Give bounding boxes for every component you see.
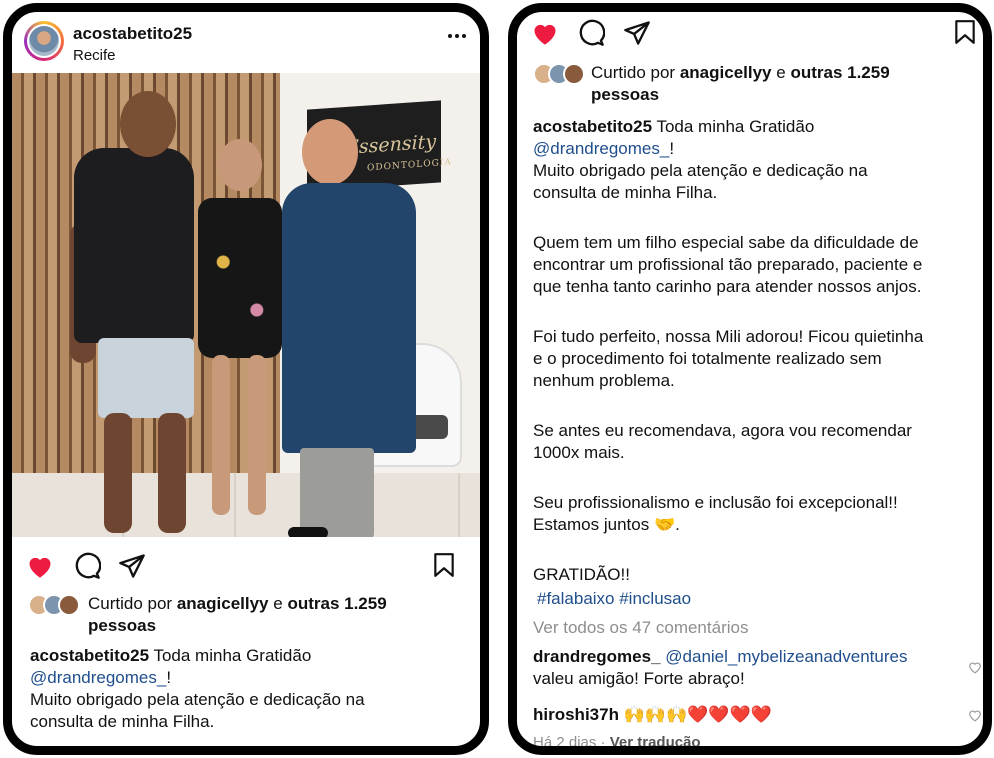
caption-line3: Muito obrigado pela atenção e dedicação …	[30, 690, 365, 709]
comment-icon[interactable]	[577, 19, 605, 47]
comment-1-mention[interactable]: @daniel_mybelizeanadventures	[665, 647, 907, 666]
profile-avatar[interactable]	[24, 21, 64, 61]
comment-1-text: valeu amigão! Forte abraço!	[533, 669, 745, 688]
liked-by-prefix: Curtido por	[591, 63, 676, 82]
caption-p5-l1: Seu profissionalismo e inclusão foi exce…	[533, 493, 898, 512]
caption-line1: acostabetito25 Toda minha Gratidão	[30, 645, 311, 667]
comment-icon[interactable]	[73, 552, 101, 580]
footer-separator: ·	[600, 734, 606, 751]
caption-line2: @drandregomes_!	[30, 667, 171, 689]
post-username[interactable]: acostabetito25	[73, 23, 192, 45]
caption-p4-l2: 1000x mais.	[533, 443, 625, 462]
bookmark-icon[interactable]	[954, 19, 976, 45]
caption-p3-l2: e o procedimento foi totalmente realizad…	[533, 349, 882, 368]
see-translation-link[interactable]: Ver tradução	[610, 734, 701, 746]
caption-p5-text: Estamos juntos	[533, 515, 650, 534]
clinic-sign-subtitle: ODONTOLOGIA	[367, 157, 452, 174]
caption-line1: acostabetito25 Toda minha Gratidão	[533, 116, 814, 138]
liked-by-user[interactable]: anagicellyy	[177, 594, 269, 613]
right-post-screen: Curtido por anagicellyy e outras 1.259 p…	[508, 3, 992, 755]
liked-by-conj: e	[776, 63, 786, 82]
liked-by-others[interactable]: outras 1.259	[790, 63, 889, 82]
caption-username[interactable]: acostabetito25	[30, 646, 149, 665]
small-heart-icon[interactable]	[968, 709, 982, 722]
heart-icon[interactable]	[531, 20, 559, 46]
left-post-screen: acostabetito25 Recife Essensity ODONTOLO…	[3, 3, 489, 755]
liked-by-others-people[interactable]: pessoas	[591, 84, 659, 106]
liked-by-prefix: Curtido por	[88, 594, 173, 613]
caption-p6: GRATIDÃO!!	[533, 565, 630, 584]
view-all-comments-link[interactable]: Ver todos os 47 comentários	[533, 617, 748, 639]
comment-time: Há 2 dias	[533, 734, 597, 751]
share-icon[interactable]	[118, 553, 146, 579]
caption-p1-l2: consulta de minha Filha.	[533, 183, 718, 202]
liked-by-others-people[interactable]: pessoas	[88, 615, 156, 637]
caption-p2-l3: que tenha tanto carinho para atender nos…	[533, 277, 922, 296]
comment-2-username[interactable]: hiroshi37h	[533, 705, 619, 724]
caption-username[interactable]: acostabetito25	[533, 117, 652, 136]
bookmark-icon[interactable]	[433, 552, 455, 578]
caption-mention[interactable]: @drandregomes_	[30, 668, 166, 687]
post-location[interactable]: Recife	[73, 45, 116, 67]
more-icon[interactable]	[448, 34, 466, 38]
caption-mention[interactable]: @drandregomes_	[533, 139, 669, 158]
liked-by-user[interactable]: anagicellyy	[680, 63, 772, 82]
caption-hashtags[interactable]: #falabaixo #inclusao	[537, 588, 691, 610]
liked-by-others[interactable]: outras 1.259	[287, 594, 386, 613]
liked-by-line1[interactable]: Curtido por anagicellyy e outras 1.259	[88, 593, 387, 615]
comment-2-footer: Há 2 dias · Ver tradução	[533, 732, 701, 751]
heart-icon[interactable]	[26, 553, 54, 579]
liked-by-avatars[interactable]	[533, 63, 587, 85]
caption-mention-suffix: !	[166, 668, 172, 687]
comment-2: hiroshi37h 🙌🙌🙌❤️❤️❤️❤️	[533, 704, 772, 726]
handshake-emoji: 🤝	[653, 515, 676, 534]
caption-line4: consulta de minha Filha.	[30, 712, 215, 731]
caption-p1-l1: Muito obrigado pela atenção e dedicação …	[533, 161, 868, 180]
liked-by-avatars[interactable]	[28, 594, 82, 616]
clinic-sign-title: Essensity	[345, 130, 437, 160]
caption-text-1: Toda minha Gratidão	[656, 117, 815, 136]
caption-p2-l2: encontrar um profissional tão preparado,…	[533, 255, 923, 274]
small-heart-icon[interactable]	[968, 661, 982, 674]
caption-mention-suffix: !	[669, 139, 675, 158]
caption-p3-l3: nenhum problema.	[533, 371, 675, 390]
caption-line2: @drandregomes_!	[533, 138, 674, 160]
comment-1: drandregomes_ @daniel_mybelizeanadventur…	[533, 646, 907, 668]
liked-by-line1[interactable]: Curtido por anagicellyy e outras 1.259	[591, 62, 890, 84]
caption-p5-end: .	[675, 515, 680, 534]
liked-by-conj: e	[273, 594, 283, 613]
caption-p5-l2: Estamos juntos 🤝.	[533, 514, 680, 536]
post-photo[interactable]: Essensity ODONTOLOGIA	[12, 73, 480, 537]
caption-p4-l1: Se antes eu recomendava, agora vou recom…	[533, 421, 912, 440]
comment-2-emojis: 🙌🙌🙌❤️❤️❤️❤️	[623, 705, 772, 724]
comment-1-username[interactable]: drandregomes_	[533, 647, 661, 666]
share-icon[interactable]	[623, 20, 651, 46]
caption-text-1: Toda minha Gratidão	[153, 646, 312, 665]
caption-p2-l1: Quem tem um filho especial sabe da dific…	[533, 233, 919, 252]
caption-p3-l1: Foi tudo perfeito, nossa Mili adorou! Fi…	[533, 327, 924, 346]
